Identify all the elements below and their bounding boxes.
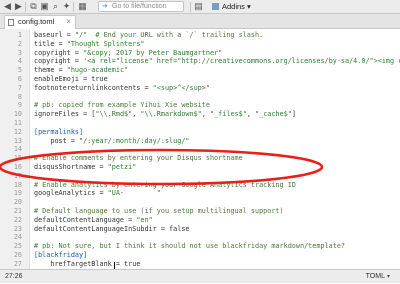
code-token: defaultContentLanguage =	[34, 215, 137, 224]
show-in-window-icon[interactable]: ⧉	[29, 2, 38, 11]
code-token: "_files$"	[210, 110, 247, 119]
code-token: hrefTargetBlank = true	[34, 259, 141, 268]
go-to-icon: ➜	[102, 3, 108, 10]
find-replace-icon[interactable]: ⌕	[51, 2, 60, 11]
tab-title: config.toml	[18, 17, 55, 26]
code-token: ]	[291, 110, 296, 119]
code-token: theme =	[34, 66, 67, 75]
file-type-selector[interactable]: TOML ▾	[366, 270, 390, 284]
code-token: "petzi"	[107, 163, 137, 171]
code-token: "/:year/:month/:day/:slug/"	[79, 136, 190, 145]
code-token: post =	[34, 136, 80, 145]
code-token: defaultContentLanguageInSubdir = false	[34, 224, 190, 233]
code-token: '<a rel="license" href="http://creativec…	[83, 57, 400, 66]
code-token: baseurl =	[34, 31, 75, 39]
addins-menu-button[interactable]: Addins ▾	[212, 1, 251, 12]
code-token: # End your URL with a `/` trailing slash…	[87, 31, 264, 39]
code-token: googleAnalytics =	[34, 189, 108, 198]
tab-config-toml[interactable]: config.toml ×	[4, 15, 76, 29]
main-toolbar: ◀ ▶ ⧉ ▣ ⌕ ✦ ▦ ➜ Go to file/function ▤ Ad…	[0, 0, 400, 14]
code-token: title =	[34, 39, 67, 48]
code-token: "en"	[136, 215, 153, 224]
cursor-position: 27:26	[5, 273, 23, 280]
save-icon[interactable]: ▣	[40, 2, 49, 11]
code-token: # Enable analytics by entering your Goog…	[34, 180, 296, 189]
forward-arrow-icon[interactable]: ▶	[14, 2, 23, 11]
file-type-label: TOML	[365, 273, 385, 280]
code-token: copyright =	[34, 48, 84, 57]
grid-icon[interactable]: ▦	[78, 2, 87, 11]
goto-placeholder: Go to file/function	[112, 3, 167, 10]
addins-icon	[212, 3, 219, 10]
code-token: "\\.Rmarkdown$"	[140, 110, 202, 119]
code-token: "/"	[74, 31, 88, 39]
code-token: "Thought Splinters"	[66, 39, 145, 48]
status-bar: 27:26 TOML ▾	[0, 269, 400, 283]
addins-label: Addins	[222, 2, 245, 11]
wand-icon[interactable]: ✦	[62, 2, 71, 11]
code-token: footnotereturnlinkcontents =	[34, 83, 153, 92]
code-token: # Enable comments by entering your Disqu…	[34, 154, 243, 163]
file-icon	[8, 19, 14, 26]
code-token: enableEmoji = true	[34, 75, 108, 83]
toolbar-divider	[73, 2, 74, 12]
text-cursor	[114, 262, 115, 269]
code-token: "\\.Rmd$"	[95, 110, 133, 119]
code-token: [permalinks]	[34, 127, 84, 136]
code-token: copyright =	[34, 57, 84, 66]
code-line: 27 hrefTargetBlank = true	[0, 259, 400, 269]
toolbar-divider	[190, 2, 191, 12]
code-token: # pb: Not sure, but I think it should no…	[34, 242, 345, 251]
editor-tab-bar: config.toml ×	[0, 14, 400, 29]
code-token: # Default language to use (if you setup …	[34, 207, 284, 215]
code-token: # pb: copied from example Yihui Xie webs…	[34, 101, 210, 110]
code-editor[interactable]: 1 baseurl = "/" # End your URL with a `/`…	[0, 29, 400, 269]
code-token: disqusShortname =	[34, 163, 108, 171]
back-arrow-icon[interactable]: ◀	[3, 2, 12, 11]
toolbar-divider	[25, 2, 26, 12]
code-token: ,	[246, 110, 256, 119]
code-token: "&copy; 2017 by Peter Baumgartner"	[83, 48, 223, 57]
line-number: 27	[13, 259, 22, 268]
code-token: "UA- "	[107, 189, 161, 198]
dropdown-caret-icon: ▾	[386, 274, 390, 280]
code-token: "hugo-academic"	[66, 66, 129, 75]
code-token: "_cache$"	[255, 110, 292, 119]
code-token: [blackfriday]	[34, 251, 88, 259]
goto-file-function-input[interactable]: ➜ Go to file/function	[98, 1, 184, 12]
code-token: ignoreFiles = [	[34, 110, 96, 119]
layout-icon[interactable]: ▤	[194, 2, 203, 11]
close-tab-icon[interactable]: ×	[66, 16, 71, 28]
code-token: ,	[201, 110, 210, 119]
code-token: "<sup>^</sup>"	[152, 83, 210, 92]
line-text: hrefTargetBlank = true	[34, 259, 140, 269]
